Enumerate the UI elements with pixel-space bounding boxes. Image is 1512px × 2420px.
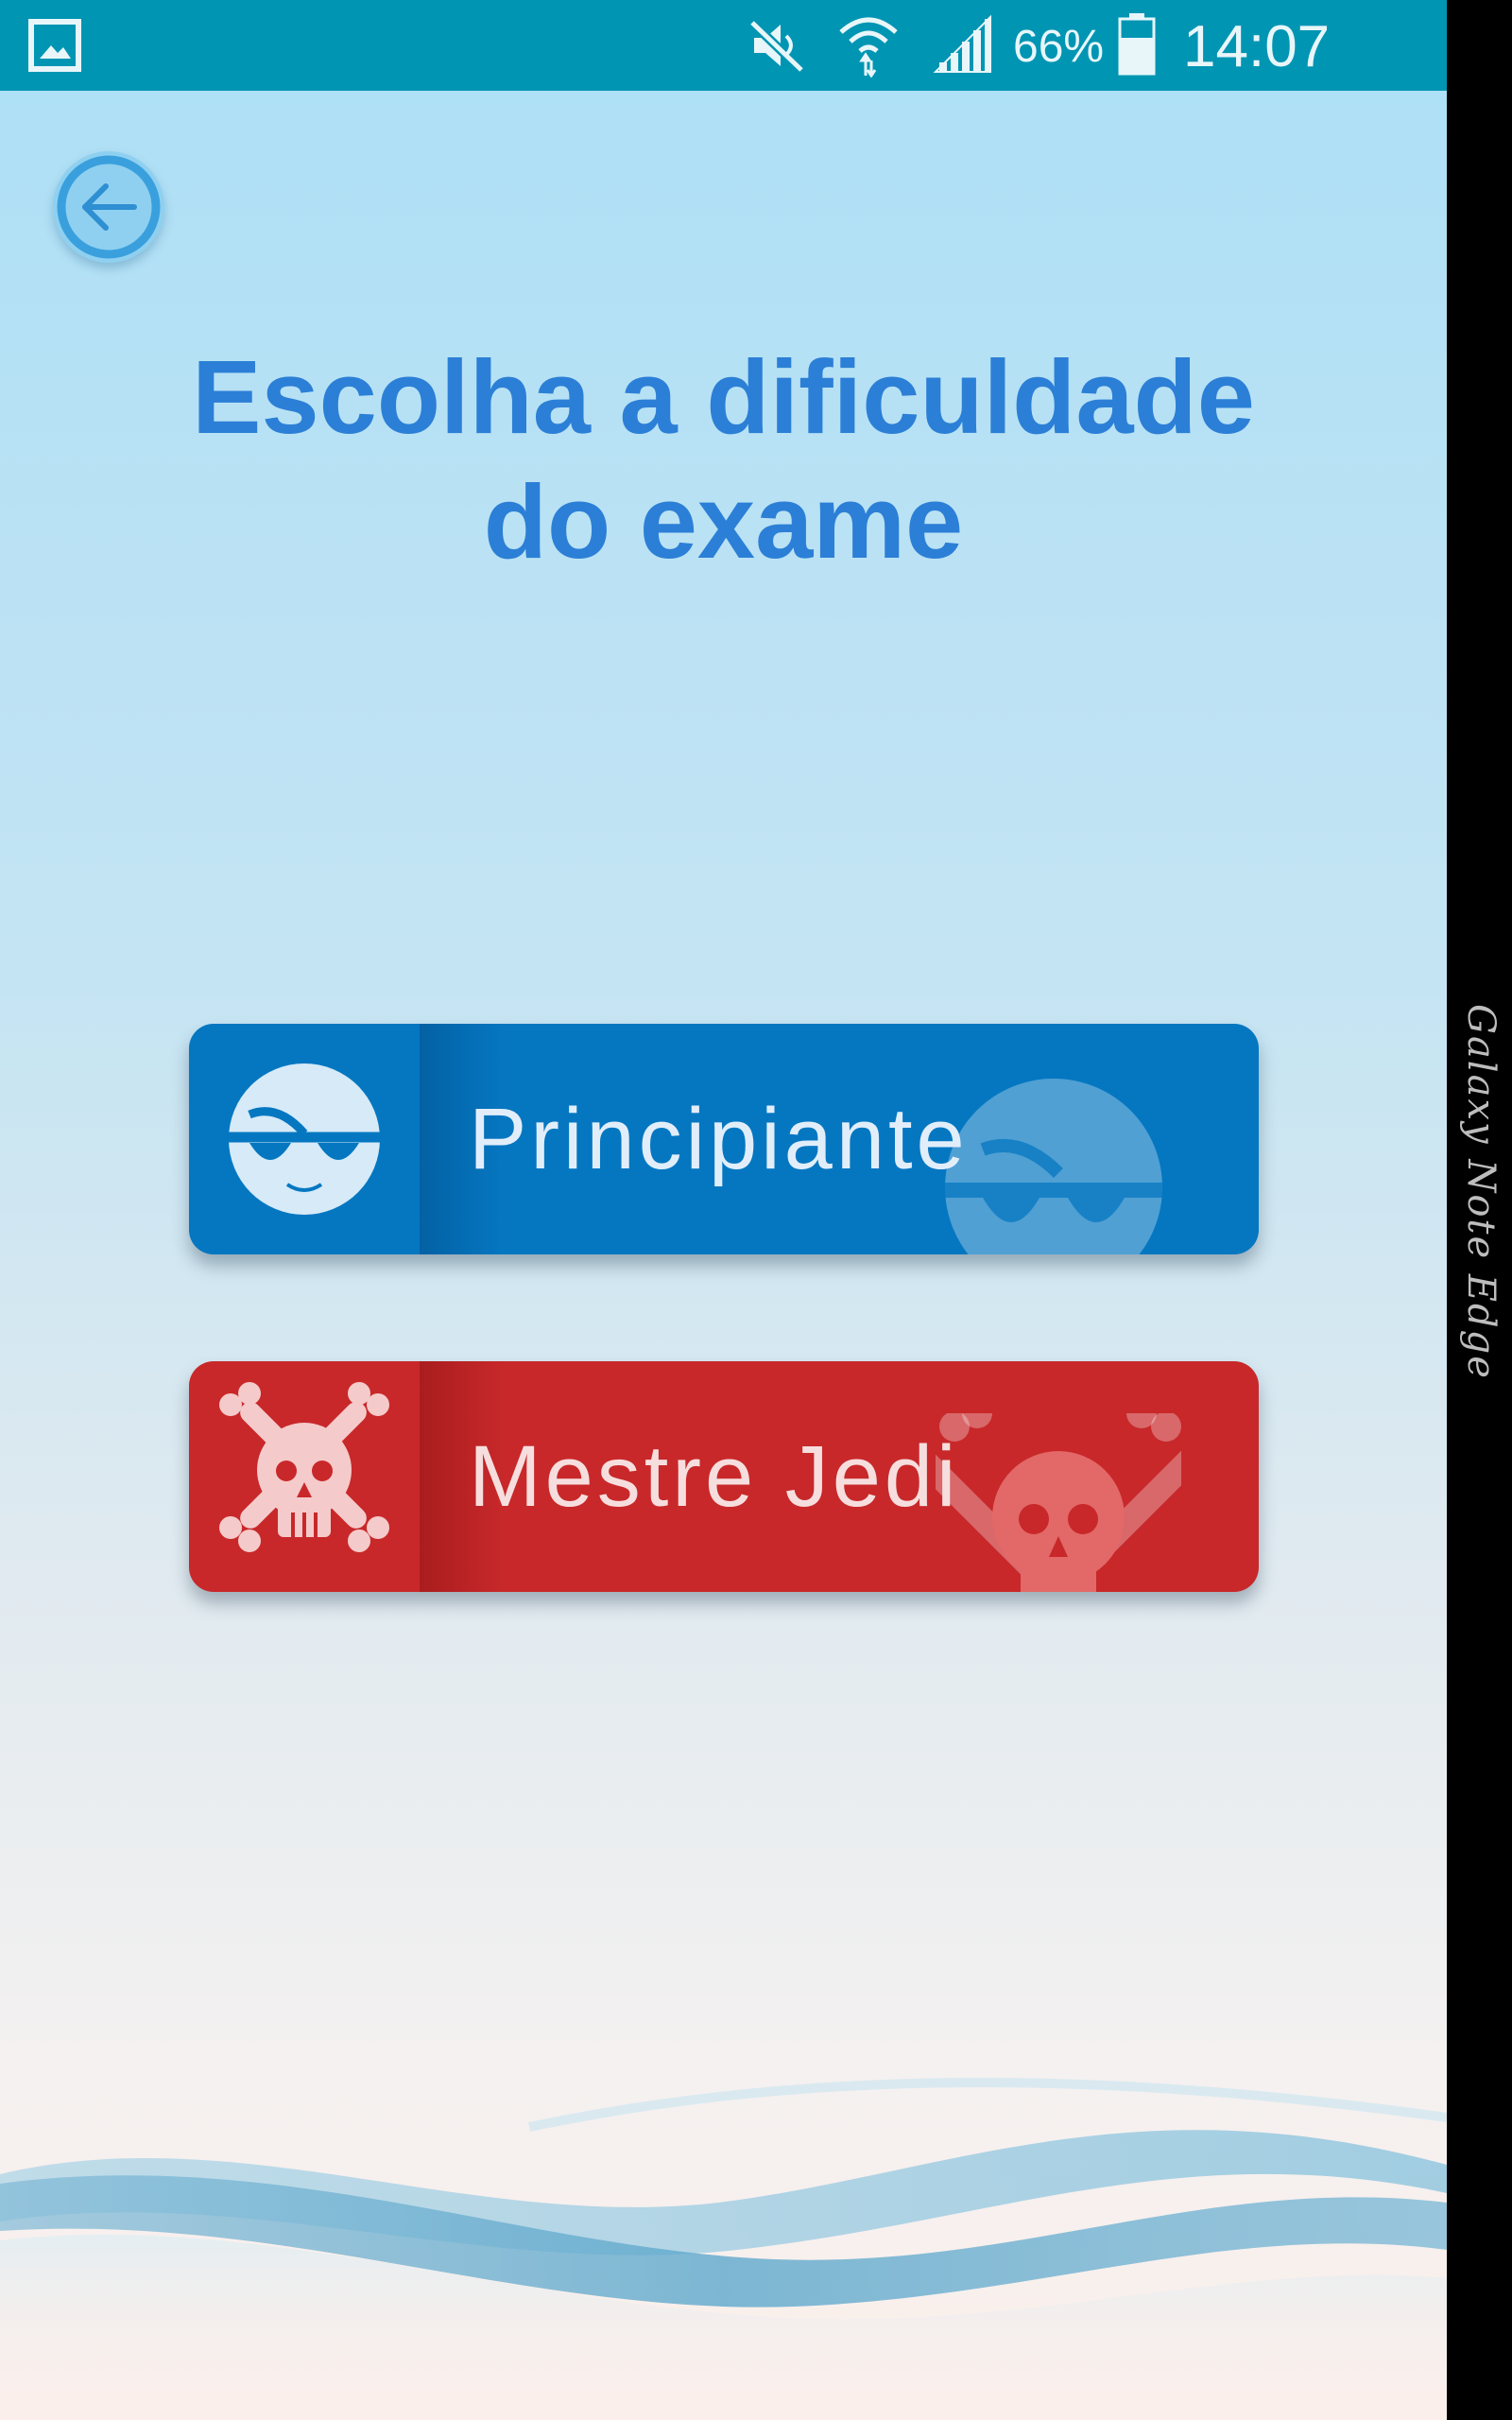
master-jedi-label: Mestre Jedi	[469, 1428, 960, 1525]
master-jedi-button[interactable]: Mestre Jedi	[189, 1361, 1259, 1592]
beginner-label: Principiante	[469, 1091, 969, 1187]
page-title-line-2: do exame	[483, 464, 964, 580]
battery-icon	[1118, 13, 1156, 76]
mute-icon	[748, 19, 805, 74]
smiley-face-watermark-icon	[945, 1079, 1162, 1254]
battery-percent: 66%	[1013, 22, 1105, 72]
master-icon-cell	[189, 1361, 420, 1592]
arrow-left-icon	[57, 155, 161, 259]
beginner-button[interactable]: Principiante	[189, 1024, 1259, 1254]
page-title: Escolha a dificuldade do exame	[0, 336, 1447, 585]
wifi-icon	[839, 17, 898, 78]
skull-crossbones-watermark-icon	[936, 1413, 1181, 1592]
signal-icon	[933, 15, 991, 73]
edge-panel-label: Galaxy Note Edge	[1459, 1004, 1503, 1380]
clock: 14:07	[1183, 14, 1331, 79]
beginner-icon-cell	[189, 1024, 420, 1254]
app-screen: 66% 14:07 Escolha a dificuldade do exame	[0, 0, 1447, 2420]
smiley-face-icon	[229, 1063, 380, 1215]
wave-decoration	[0, 2078, 1447, 2420]
back-button[interactable]	[53, 151, 164, 263]
gallery-icon	[28, 19, 81, 72]
skull-crossbones-icon	[219, 1382, 389, 1552]
page-title-line-1: Escolha a dificuldade	[192, 339, 1255, 456]
status-bar: 66% 14:07	[0, 0, 1447, 91]
